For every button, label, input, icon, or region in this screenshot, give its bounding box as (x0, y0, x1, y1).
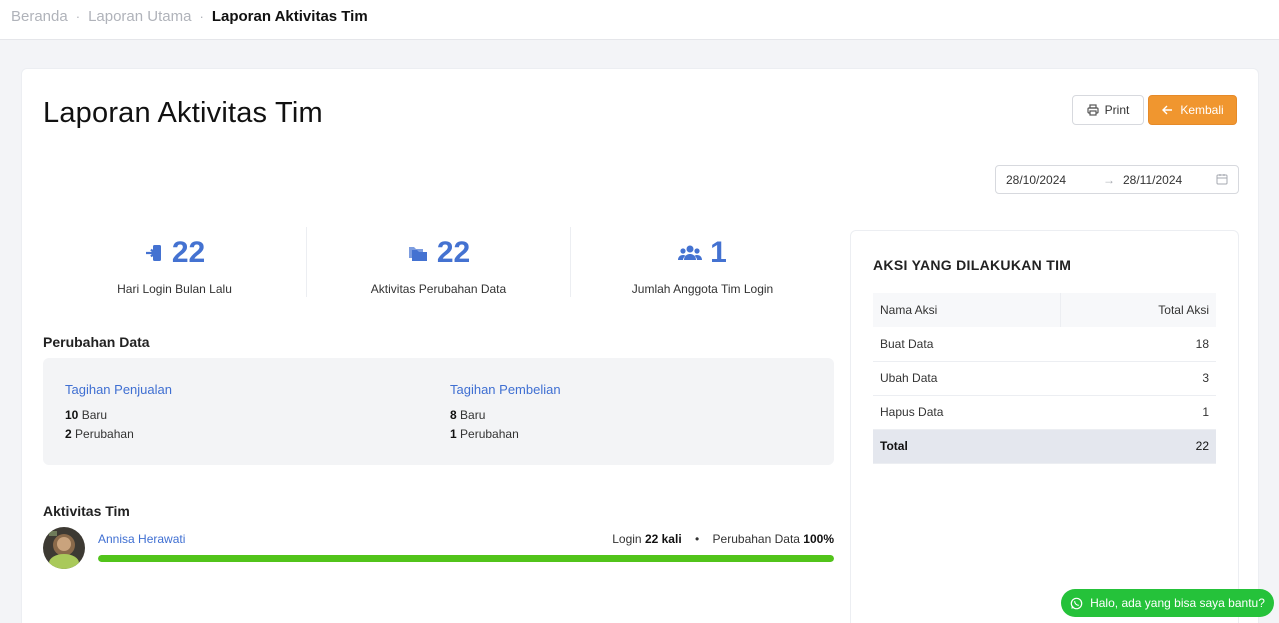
stat-value: 22 (171, 236, 206, 269)
print-label: Print (1104, 103, 1130, 117)
breadcrumb: Beranda · Laporan Utama · Laporan Aktivi… (11, 8, 368, 25)
stat-label: Jumlah Anggota Tim Login (631, 282, 774, 296)
back-label: Kembali (1180, 103, 1224, 117)
action-total: 1 (1060, 395, 1216, 430)
users-icon (678, 245, 703, 260)
printer-icon (1087, 104, 1099, 116)
action-name: Ubah Data (873, 361, 1061, 396)
total-value: 22 (1060, 429, 1216, 464)
action-name: Hapus Data (873, 395, 1061, 430)
change-edit-label: Perubahan (75, 427, 134, 441)
top-bar: Beranda · Laporan Utama · Laporan Aktivi… (0, 0, 1279, 40)
actions-table: Nama Aksi Total Aksi Buat Data 18 Ubah D… (873, 293, 1216, 464)
stat-login-days: 22 Hari Login Bulan Lalu (43, 227, 306, 297)
table-row: Ubah Data 3 (873, 361, 1216, 396)
change-prefix: Perubahan Data (712, 532, 800, 546)
stat-value: 22 (436, 236, 471, 269)
table-header-row: Nama Aksi Total Aksi (873, 293, 1216, 327)
date-end[interactable]: 28/11/2024 (1123, 173, 1182, 187)
member-stats: Login 22 kali • Perubahan Data 100% (612, 532, 834, 546)
table-total-row: Total 22 (873, 429, 1216, 464)
chat-label: Halo, ada yang bisa saya bantu? (1090, 596, 1265, 610)
change-title[interactable]: Tagihan Pembelian (450, 382, 561, 397)
team-activity-title: Aktivitas Tim (43, 503, 130, 519)
avatar (43, 527, 85, 569)
action-total: 3 (1060, 361, 1216, 396)
data-changes-box: Tagihan Penjualan 10 Baru 2 Perubahan Ta… (43, 358, 834, 465)
arrow-right-icon: → (1103, 172, 1115, 187)
stat-data-changes: 22 Aktivitas Perubahan Data (306, 227, 570, 297)
team-member-row: Annisa Herawati Login 22 kali • Perubaha… (43, 527, 834, 571)
activity-progress-fill (98, 555, 834, 562)
total-label: Total (873, 429, 1061, 464)
breadcrumb-beranda[interactable]: Beranda (11, 8, 68, 25)
team-actions-panel: AKSI YANG DILAKUKAN TIM Nama Aksi Total … (850, 230, 1239, 623)
stats-row: 22 Hari Login Bulan Lalu 22 Aktivitas Pe… (43, 227, 834, 297)
login-icon (145, 245, 161, 261)
stat-label: Aktivitas Perubahan Data (370, 282, 507, 296)
stat-team-members: 1 Jumlah Anggota Tim Login (570, 227, 834, 297)
action-name: Buat Data (873, 327, 1061, 362)
change-purchase-invoice: Tagihan Pembelian 8 Baru 1 Perubahan (450, 382, 561, 444)
change-new-count: 8 (450, 408, 457, 422)
back-button[interactable]: Kembali (1148, 95, 1237, 125)
data-changes-title: Perubahan Data (43, 334, 150, 350)
change-new-label: Baru (81, 408, 108, 422)
change-edit-count: 1 (450, 427, 457, 441)
date-range-picker[interactable]: 28/10/2024 → 28/11/2024 (995, 165, 1239, 194)
change-title[interactable]: Tagihan Penjualan (65, 382, 172, 397)
column-header-action-total: Total Aksi (1060, 293, 1216, 327)
login-prefix: Login (612, 532, 642, 546)
change-sales-invoice: Tagihan Penjualan 10 Baru 2 Perubahan (65, 382, 172, 444)
stats-separator: • (695, 532, 700, 546)
stat-label: Hari Login Bulan Lalu (117, 282, 232, 296)
table-row: Hapus Data 1 (873, 395, 1216, 430)
change-value: 100% (803, 532, 834, 546)
change-edit-label: Perubahan (460, 427, 519, 441)
print-button[interactable]: Print (1072, 95, 1144, 125)
change-new-line: 8 Baru (450, 406, 561, 425)
action-total: 18 (1060, 327, 1216, 362)
breadcrumb-separator: · (75, 9, 81, 24)
whatsapp-chat-button[interactable]: Halo, ada yang bisa saya bantu? (1061, 589, 1274, 617)
page-title: Laporan Aktivitas Tim (43, 97, 323, 129)
change-new-line: 10 Baru (65, 406, 172, 425)
actions-title: AKSI YANG DILAKUKAN TIM (873, 257, 1072, 273)
breadcrumb-separator: · (199, 9, 204, 24)
change-edit-count: 2 (65, 427, 72, 441)
whatsapp-icon (1070, 597, 1083, 609)
date-start[interactable]: 28/10/2024 (1006, 173, 1066, 187)
activity-progress-bar (98, 555, 834, 562)
login-value: 22 kali (644, 532, 682, 546)
arrow-left-icon (1162, 105, 1173, 115)
change-edit-line: 2 Perubahan (65, 425, 172, 444)
folders-icon (408, 247, 427, 261)
calendar-icon (1216, 174, 1228, 185)
change-new-count: 10 (65, 408, 79, 422)
table-row: Buat Data 18 (873, 327, 1216, 362)
breadcrumb-current: Laporan Aktivitas Tim (211, 8, 368, 25)
stat-value: 1 (710, 236, 727, 269)
change-edit-line: 1 Perubahan (450, 425, 561, 444)
change-new-label: Baru (460, 408, 486, 422)
report-card: Laporan Aktivitas Tim Print Kembali 28/1… (21, 68, 1259, 623)
column-header-action-name: Nama Aksi (873, 293, 1062, 327)
member-name[interactable]: Annisa Herawati (98, 532, 185, 546)
breadcrumb-laporan-utama[interactable]: Laporan Utama (88, 8, 191, 25)
